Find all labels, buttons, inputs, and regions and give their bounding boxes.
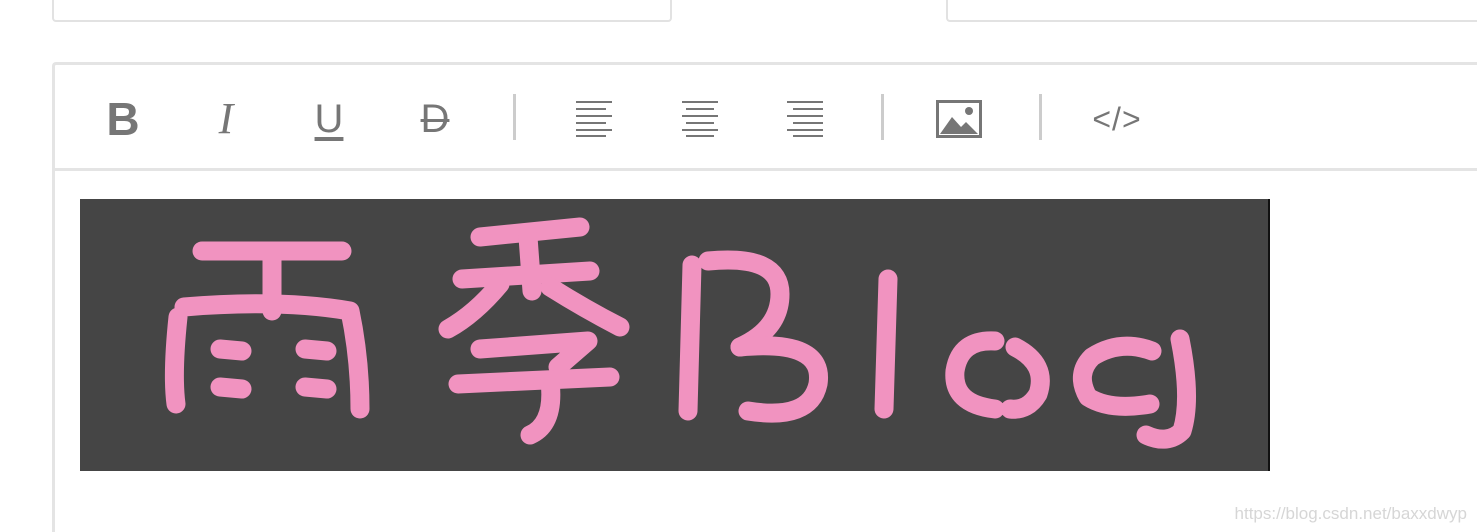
watermark: https://blog.csdn.net/baxxdwyp bbox=[1234, 504, 1467, 523]
align-center-button[interactable] bbox=[672, 91, 728, 147]
blog-banner-image bbox=[80, 199, 1270, 471]
align-right-icon bbox=[787, 101, 823, 137]
align-right-button[interactable] bbox=[777, 91, 833, 147]
image-icon bbox=[936, 100, 982, 138]
toolbar-separator bbox=[881, 94, 884, 140]
top-right-panel bbox=[946, 0, 1477, 22]
bold-button[interactable]: B bbox=[95, 91, 151, 147]
editor-toolbar: B I U D </> bbox=[55, 65, 1477, 171]
strikethrough-icon: D bbox=[420, 97, 450, 141]
insert-image-button[interactable] bbox=[931, 91, 987, 147]
bold-icon: B bbox=[106, 93, 140, 145]
strikethrough-button[interactable]: D bbox=[407, 91, 463, 147]
top-left-panel bbox=[52, 0, 672, 22]
rich-text-editor: B I U D </> bbox=[52, 62, 1477, 532]
italic-button[interactable]: I bbox=[198, 91, 254, 147]
editor-page: B I U D </> https://blog.csdn.net/baxxdw… bbox=[0, 0, 1477, 532]
code-button[interactable]: </> bbox=[1089, 91, 1145, 147]
editor-content[interactable] bbox=[55, 171, 1477, 532]
align-left-icon bbox=[576, 101, 612, 137]
underline-icon: U bbox=[314, 97, 344, 141]
underline-button[interactable]: U bbox=[301, 91, 357, 147]
align-left-button[interactable] bbox=[566, 91, 622, 147]
align-center-icon bbox=[682, 101, 718, 137]
toolbar-separator bbox=[1039, 94, 1042, 140]
blog-logo-lettering bbox=[164, 217, 1196, 449]
toolbar-separator bbox=[513, 94, 516, 140]
code-icon: </> bbox=[1092, 101, 1142, 137]
italic-icon: I bbox=[218, 94, 234, 143]
